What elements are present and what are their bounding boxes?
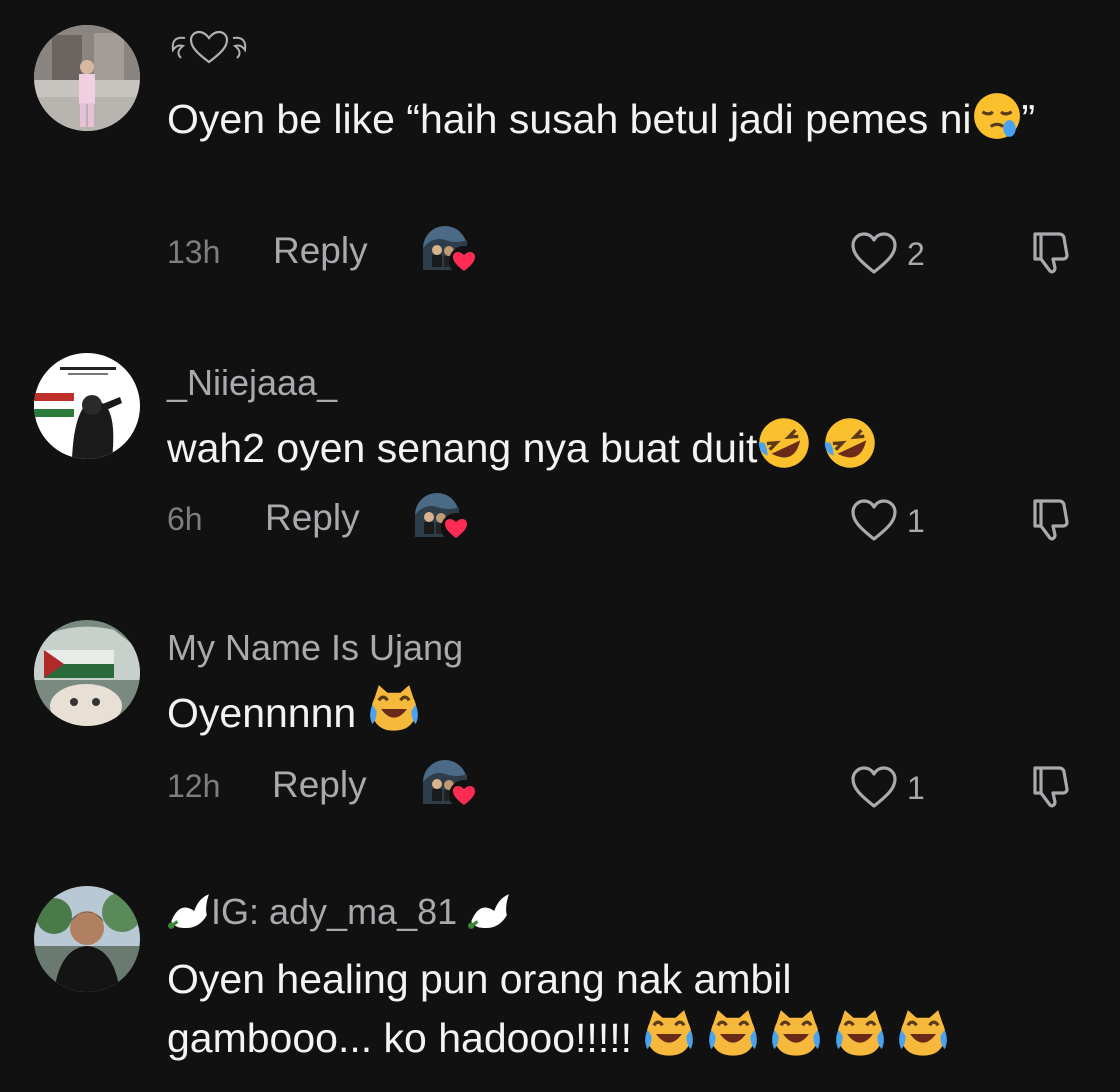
username[interactable] (167, 28, 251, 77)
thumb-down-icon[interactable] (1029, 228, 1073, 274)
timestamp: 12h (167, 768, 221, 804)
reply-button[interactable]: Reply (272, 764, 367, 806)
username[interactable]: My Name Is Ujang (167, 627, 463, 669)
cat-with-tears-of-joy-icon (643, 1008, 695, 1058)
dove-icon (467, 892, 511, 931)
thumb-down-icon[interactable] (1029, 495, 1073, 541)
heart-wings-icon (171, 30, 247, 64)
comment-text: Oyen healing pun orang nak ambil gambooo… (167, 950, 1077, 1067)
avatar[interactable] (34, 886, 140, 992)
comment-actions: 6h Reply 1 (167, 493, 1107, 553)
dove-icon (167, 892, 211, 931)
heart-outline-icon (851, 499, 897, 541)
cat-with-tears-of-joy-icon (707, 1008, 759, 1058)
comment-text: wah2 oyen senang nya buat duit (167, 416, 1077, 477)
timestamp: 6h (167, 501, 203, 537)
username[interactable]: _Niiejaaa_ (167, 362, 337, 404)
heart-outline-icon (851, 232, 897, 274)
cat-with-tears-of-joy-icon (834, 1008, 886, 1058)
cat-with-tears-of-joy-icon (897, 1008, 949, 1058)
creator-liked-icon (423, 760, 477, 810)
cat-with-tears-of-joy-icon (770, 1008, 822, 1058)
avatar[interactable] (34, 620, 140, 726)
creator-liked-icon (423, 226, 477, 276)
reply-button[interactable]: Reply (265, 497, 360, 539)
like-button[interactable]: 1 (849, 764, 939, 812)
cat-with-tears-of-joy-icon (368, 683, 420, 733)
like-button[interactable]: 2 (849, 230, 939, 278)
comments-screen: Oyen be like “haih susah betul jadi peme… (0, 0, 1120, 1092)
like-count: 1 (907, 503, 925, 539)
username[interactable]: IG: ady_ma_81 (167, 890, 511, 933)
thumb-down-icon[interactable] (1029, 762, 1073, 808)
timestamp: 13h (167, 234, 221, 270)
like-count: 1 (907, 770, 925, 806)
comment-text: Oyennnnn (167, 683, 1077, 742)
like-button[interactable]: 1 (849, 497, 939, 545)
avatar[interactable] (34, 25, 140, 131)
rolling-on-floor-laughing-icon (757, 416, 812, 470)
sleepy-face-icon (972, 91, 1022, 141)
avatar[interactable] (34, 353, 140, 459)
reply-button[interactable]: Reply (273, 230, 368, 272)
comment-actions: 13h Reply 2 (167, 226, 1107, 286)
rolling-on-floor-laughing-icon (822, 416, 877, 470)
creator-liked-icon (415, 493, 469, 543)
like-count: 2 (907, 236, 925, 272)
comment-actions: 12h Reply 1 (167, 760, 1107, 820)
heart-outline-icon (851, 766, 897, 808)
comment-text: Oyen be like “haih susah betul jadi peme… (167, 90, 1077, 148)
